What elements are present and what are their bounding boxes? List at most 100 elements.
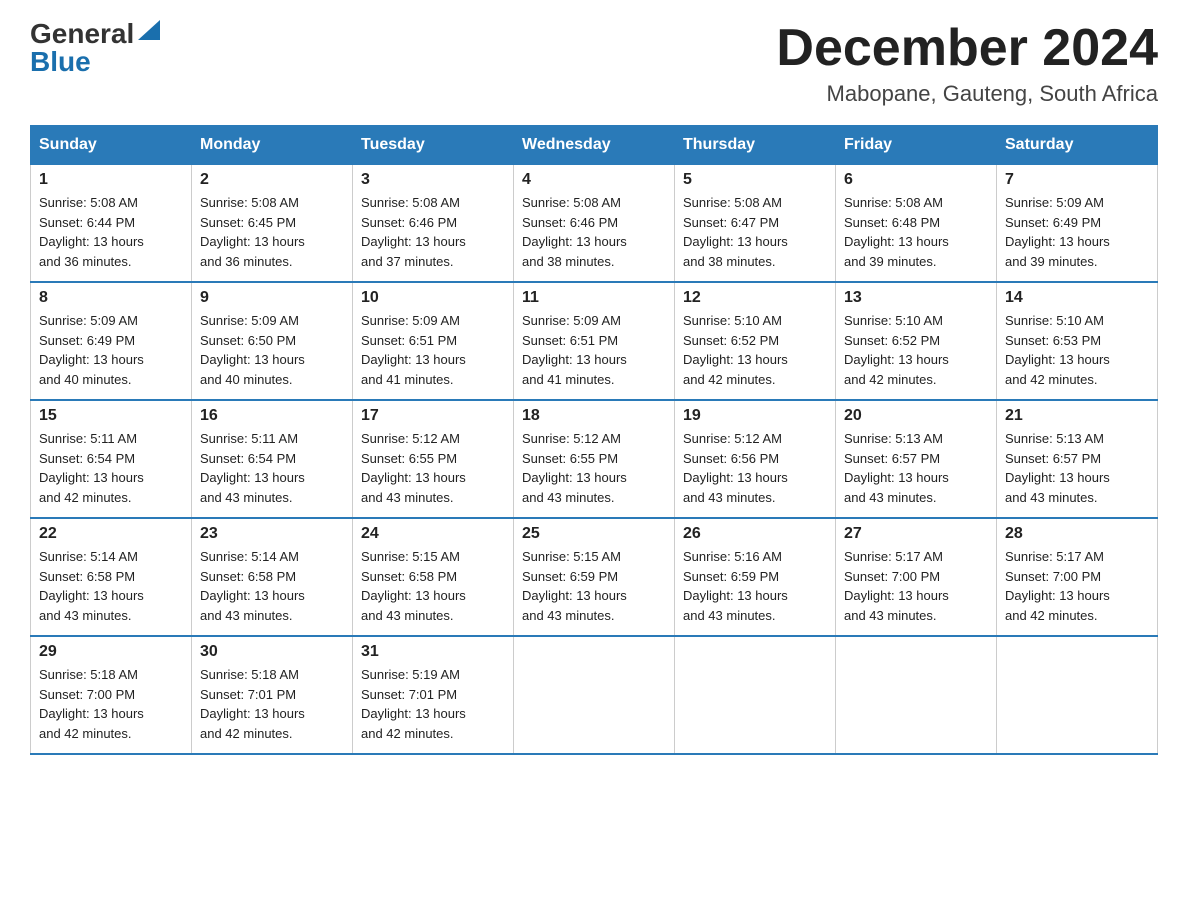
table-row: 22 Sunrise: 5:14 AMSunset: 6:58 PMDaylig… <box>31 518 192 636</box>
day-number: 30 <box>200 643 344 661</box>
day-number: 29 <box>39 643 183 661</box>
day-number: 6 <box>844 171 988 189</box>
day-info: Sunrise: 5:13 AMSunset: 6:57 PMDaylight:… <box>1005 431 1110 505</box>
calendar-week-row: 29 Sunrise: 5:18 AMSunset: 7:00 PMDaylig… <box>31 636 1158 754</box>
day-info: Sunrise: 5:13 AMSunset: 6:57 PMDaylight:… <box>844 431 949 505</box>
calendar-title: December 2024 <box>776 20 1158 77</box>
day-number: 14 <box>1005 289 1149 307</box>
day-info: Sunrise: 5:09 AMSunset: 6:51 PMDaylight:… <box>361 313 466 387</box>
day-info: Sunrise: 5:18 AMSunset: 7:00 PMDaylight:… <box>39 667 144 741</box>
table-row: 21 Sunrise: 5:13 AMSunset: 6:57 PMDaylig… <box>997 400 1158 518</box>
day-info: Sunrise: 5:15 AMSunset: 6:58 PMDaylight:… <box>361 549 466 623</box>
day-number: 26 <box>683 525 827 543</box>
table-row: 7 Sunrise: 5:09 AMSunset: 6:49 PMDayligh… <box>997 165 1158 283</box>
calendar-subtitle: Mabopane, Gauteng, South Africa <box>776 81 1158 107</box>
day-info: Sunrise: 5:14 AMSunset: 6:58 PMDaylight:… <box>200 549 305 623</box>
calendar-header-row: Sunday Monday Tuesday Wednesday Thursday… <box>31 126 1158 165</box>
table-row: 29 Sunrise: 5:18 AMSunset: 7:00 PMDaylig… <box>31 636 192 754</box>
day-info: Sunrise: 5:09 AMSunset: 6:50 PMDaylight:… <box>200 313 305 387</box>
day-number: 16 <box>200 407 344 425</box>
day-info: Sunrise: 5:17 AMSunset: 7:00 PMDaylight:… <box>1005 549 1110 623</box>
day-info: Sunrise: 5:10 AMSunset: 6:53 PMDaylight:… <box>1005 313 1110 387</box>
day-number: 27 <box>844 525 988 543</box>
day-number: 9 <box>200 289 344 307</box>
calendar-table: Sunday Monday Tuesday Wednesday Thursday… <box>30 125 1158 755</box>
table-row: 3 Sunrise: 5:08 AMSunset: 6:46 PMDayligh… <box>353 165 514 283</box>
table-row: 9 Sunrise: 5:09 AMSunset: 6:50 PMDayligh… <box>192 282 353 400</box>
day-info: Sunrise: 5:11 AMSunset: 6:54 PMDaylight:… <box>39 431 144 505</box>
day-number: 8 <box>39 289 183 307</box>
day-number: 1 <box>39 171 183 189</box>
day-number: 7 <box>1005 171 1149 189</box>
table-row: 11 Sunrise: 5:09 AMSunset: 6:51 PMDaylig… <box>514 282 675 400</box>
col-saturday: Saturday <box>997 126 1158 165</box>
calendar-week-row: 8 Sunrise: 5:09 AMSunset: 6:49 PMDayligh… <box>31 282 1158 400</box>
day-info: Sunrise: 5:12 AMSunset: 6:55 PMDaylight:… <box>361 431 466 505</box>
table-row: 6 Sunrise: 5:08 AMSunset: 6:48 PMDayligh… <box>836 165 997 283</box>
table-row <box>514 636 675 754</box>
col-monday: Monday <box>192 126 353 165</box>
day-info: Sunrise: 5:12 AMSunset: 6:55 PMDaylight:… <box>522 431 627 505</box>
day-info: Sunrise: 5:18 AMSunset: 7:01 PMDaylight:… <box>200 667 305 741</box>
col-thursday: Thursday <box>675 126 836 165</box>
day-info: Sunrise: 5:10 AMSunset: 6:52 PMDaylight:… <box>844 313 949 387</box>
col-tuesday: Tuesday <box>353 126 514 165</box>
calendar-week-row: 15 Sunrise: 5:11 AMSunset: 6:54 PMDaylig… <box>31 400 1158 518</box>
table-row: 28 Sunrise: 5:17 AMSunset: 7:00 PMDaylig… <box>997 518 1158 636</box>
table-row: 13 Sunrise: 5:10 AMSunset: 6:52 PMDaylig… <box>836 282 997 400</box>
day-info: Sunrise: 5:10 AMSunset: 6:52 PMDaylight:… <box>683 313 788 387</box>
col-wednesday: Wednesday <box>514 126 675 165</box>
day-number: 13 <box>844 289 988 307</box>
day-number: 31 <box>361 643 505 661</box>
table-row: 12 Sunrise: 5:10 AMSunset: 6:52 PMDaylig… <box>675 282 836 400</box>
day-info: Sunrise: 5:09 AMSunset: 6:51 PMDaylight:… <box>522 313 627 387</box>
day-number: 3 <box>361 171 505 189</box>
table-row: 14 Sunrise: 5:10 AMSunset: 6:53 PMDaylig… <box>997 282 1158 400</box>
header: General Blue December 2024 Mabopane, Gau… <box>30 20 1158 107</box>
table-row: 8 Sunrise: 5:09 AMSunset: 6:49 PMDayligh… <box>31 282 192 400</box>
day-number: 5 <box>683 171 827 189</box>
table-row: 23 Sunrise: 5:14 AMSunset: 6:58 PMDaylig… <box>192 518 353 636</box>
col-sunday: Sunday <box>31 126 192 165</box>
table-row: 26 Sunrise: 5:16 AMSunset: 6:59 PMDaylig… <box>675 518 836 636</box>
day-info: Sunrise: 5:08 AMSunset: 6:44 PMDaylight:… <box>39 195 144 269</box>
table-row: 30 Sunrise: 5:18 AMSunset: 7:01 PMDaylig… <box>192 636 353 754</box>
day-info: Sunrise: 5:08 AMSunset: 6:48 PMDaylight:… <box>844 195 949 269</box>
calendar-week-row: 1 Sunrise: 5:08 AMSunset: 6:44 PMDayligh… <box>31 165 1158 283</box>
table-row: 25 Sunrise: 5:15 AMSunset: 6:59 PMDaylig… <box>514 518 675 636</box>
day-number: 4 <box>522 171 666 189</box>
logo-blue-text: Blue <box>30 48 91 76</box>
table-row: 2 Sunrise: 5:08 AMSunset: 6:45 PMDayligh… <box>192 165 353 283</box>
table-row: 19 Sunrise: 5:12 AMSunset: 6:56 PMDaylig… <box>675 400 836 518</box>
calendar-week-row: 22 Sunrise: 5:14 AMSunset: 6:58 PMDaylig… <box>31 518 1158 636</box>
table-row: 18 Sunrise: 5:12 AMSunset: 6:55 PMDaylig… <box>514 400 675 518</box>
day-number: 24 <box>361 525 505 543</box>
logo-triangle-icon <box>138 20 160 40</box>
day-info: Sunrise: 5:08 AMSunset: 6:45 PMDaylight:… <box>200 195 305 269</box>
table-row <box>997 636 1158 754</box>
day-info: Sunrise: 5:14 AMSunset: 6:58 PMDaylight:… <box>39 549 144 623</box>
day-number: 20 <box>844 407 988 425</box>
table-row: 24 Sunrise: 5:15 AMSunset: 6:58 PMDaylig… <box>353 518 514 636</box>
day-info: Sunrise: 5:15 AMSunset: 6:59 PMDaylight:… <box>522 549 627 623</box>
day-number: 2 <box>200 171 344 189</box>
table-row <box>675 636 836 754</box>
day-info: Sunrise: 5:08 AMSunset: 6:46 PMDaylight:… <box>361 195 466 269</box>
day-info: Sunrise: 5:16 AMSunset: 6:59 PMDaylight:… <box>683 549 788 623</box>
table-row: 4 Sunrise: 5:08 AMSunset: 6:46 PMDayligh… <box>514 165 675 283</box>
day-info: Sunrise: 5:19 AMSunset: 7:01 PMDaylight:… <box>361 667 466 741</box>
day-number: 22 <box>39 525 183 543</box>
day-number: 19 <box>683 407 827 425</box>
table-row: 27 Sunrise: 5:17 AMSunset: 7:00 PMDaylig… <box>836 518 997 636</box>
day-info: Sunrise: 5:09 AMSunset: 6:49 PMDaylight:… <box>1005 195 1110 269</box>
table-row: 1 Sunrise: 5:08 AMSunset: 6:44 PMDayligh… <box>31 165 192 283</box>
day-number: 10 <box>361 289 505 307</box>
table-row <box>836 636 997 754</box>
day-number: 23 <box>200 525 344 543</box>
table-row: 17 Sunrise: 5:12 AMSunset: 6:55 PMDaylig… <box>353 400 514 518</box>
day-number: 18 <box>522 407 666 425</box>
day-number: 12 <box>683 289 827 307</box>
col-friday: Friday <box>836 126 997 165</box>
table-row: 31 Sunrise: 5:19 AMSunset: 7:01 PMDaylig… <box>353 636 514 754</box>
table-row: 20 Sunrise: 5:13 AMSunset: 6:57 PMDaylig… <box>836 400 997 518</box>
